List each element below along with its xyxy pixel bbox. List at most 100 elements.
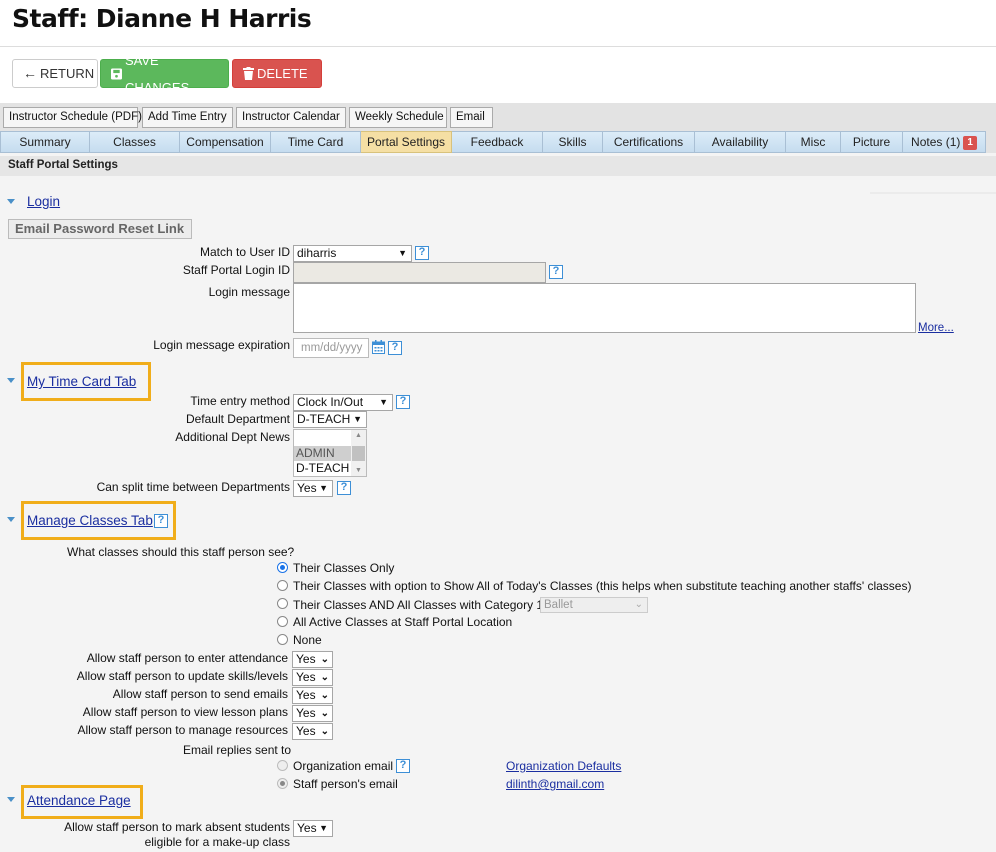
permission-select[interactable]: Yes ⌄: [292, 705, 333, 722]
arrow-left-icon: ←: [23, 65, 37, 81]
login-section-link[interactable]: Login: [27, 194, 60, 209]
tab-feedback[interactable]: Feedback: [452, 131, 543, 153]
section-title: Staff Portal Settings: [8, 159, 118, 171]
classes-option-label[interactable]: All Active Classes at Staff Portal Locat…: [293, 615, 512, 629]
add-time-entry-button[interactable]: Add Time Entry: [142, 107, 233, 128]
chevron-down-icon: ⌄: [320, 690, 329, 701]
chevron-down-icon: ⌄: [634, 599, 643, 610]
collapse-triangle-icon[interactable]: [7, 199, 15, 204]
scrollbar-thumb[interactable]: [352, 446, 365, 461]
manage-classes-section-link[interactable]: Manage Classes Tab: [27, 513, 153, 528]
staff-toolbar: Instructor Schedule (PDF) Add Time Entry…: [0, 103, 996, 131]
calendar-icon[interactable]: [372, 340, 385, 354]
split-time-select[interactable]: Yes ▼: [293, 480, 333, 497]
permission-label: Allow staff person to manage resources: [77, 723, 288, 737]
collapse-triangle-icon[interactable]: [7, 797, 15, 802]
scroll-up-icon[interactable]: ▲: [351, 432, 366, 439]
classes-option-label[interactable]: Their Classes AND All Classes with Categ…: [293, 598, 546, 612]
additional-dept-listbox[interactable]: ADMIN D-TEACH ▲ ▼: [293, 429, 367, 477]
chevron-down-icon: ⌄: [320, 708, 329, 719]
permission-select[interactable]: Yes ⌄: [292, 669, 333, 686]
permission-label: Allow staff person to view lesson plans: [82, 705, 288, 719]
tab-notes[interactable]: Notes (1) 1: [903, 131, 986, 153]
email-reply-option-label[interactable]: Staff person's email: [293, 777, 398, 791]
help-icon[interactable]: ?: [415, 246, 429, 260]
tab-availability[interactable]: Availability: [695, 131, 786, 153]
email-button[interactable]: Email: [450, 107, 493, 128]
instructor-calendar-button[interactable]: Instructor Calendar: [236, 107, 346, 128]
chevron-down-icon: ⌄: [320, 726, 329, 737]
listbox-option[interactable]: [294, 431, 351, 446]
classes-option-label[interactable]: None: [293, 633, 322, 647]
scroll-down-icon[interactable]: ▼: [351, 467, 366, 474]
instructor-schedule-pdf-button[interactable]: Instructor Schedule (PDF): [3, 107, 142, 128]
email-reply-radio[interactable]: [277, 778, 288, 789]
trash-icon: [243, 67, 254, 80]
collapse-triangle-icon[interactable]: [7, 378, 15, 383]
login-message-label: Login message: [208, 285, 290, 299]
login-message-textarea[interactable]: [293, 283, 916, 333]
organization-defaults-link[interactable]: Organization Defaults: [506, 759, 621, 773]
expiration-date-input[interactable]: mm/dd/yyyy: [293, 338, 369, 358]
email-reply-option-label[interactable]: Organization email: [293, 759, 393, 773]
split-time-label: Can split time between Departments: [96, 480, 290, 494]
permission-select[interactable]: Yes ⌄: [292, 651, 333, 668]
tab-summary[interactable]: Summary: [0, 131, 90, 153]
action-bar: ← RETURN SAVE CHANGES DELETE: [0, 47, 996, 103]
permission-select[interactable]: Yes ⌄: [292, 687, 333, 704]
classes-option-radio[interactable]: [277, 616, 288, 627]
notes-count-badge: 1: [963, 136, 977, 150]
my-time-card-section-link[interactable]: My Time Card Tab: [27, 374, 136, 389]
attendance-section-link[interactable]: Attendance Page: [27, 793, 131, 808]
divider: [870, 192, 996, 194]
classes-option-label[interactable]: Their Classes with option to Show All of…: [293, 579, 911, 593]
help-icon[interactable]: ?: [396, 759, 410, 773]
delete-button[interactable]: DELETE: [232, 59, 322, 88]
chevron-down-icon: ⌄: [320, 654, 329, 665]
help-icon[interactable]: ?: [388, 341, 402, 355]
classes-option-radio[interactable]: [277, 634, 288, 645]
tab-picture[interactable]: Picture: [841, 131, 903, 153]
help-icon[interactable]: ?: [549, 265, 563, 279]
return-button[interactable]: ← RETURN: [12, 59, 98, 88]
permission-label: Allow staff person to send emails: [112, 687, 288, 701]
save-changes-button[interactable]: SAVE CHANGES: [100, 53, 229, 95]
help-icon[interactable]: ?: [154, 514, 168, 528]
classes-option-radio[interactable]: [277, 598, 288, 609]
help-icon[interactable]: ?: [337, 481, 351, 495]
help-icon[interactable]: ?: [396, 395, 410, 409]
dropdown-arrow-icon: ▼: [353, 414, 362, 424]
tab-skills[interactable]: Skills: [543, 131, 603, 153]
classes-option-radio[interactable]: [277, 562, 288, 573]
permission-select[interactable]: Yes ⌄: [292, 723, 333, 740]
portal-login-input[interactable]: [293, 262, 546, 283]
email-reply-radio[interactable]: [277, 760, 288, 771]
tab-portal-settings[interactable]: Portal Settings: [361, 131, 452, 153]
more-link[interactable]: More...: [918, 322, 954, 334]
classes-option-label[interactable]: Their Classes Only: [293, 561, 394, 575]
page-title: Staff: Dianne H Harris: [12, 4, 312, 33]
collapse-triangle-icon[interactable]: [7, 517, 15, 522]
listbox-scrollbar[interactable]: ▲ ▼: [351, 430, 366, 476]
portal-login-label: Staff Portal Login ID: [182, 263, 290, 277]
dropdown-arrow-icon: ▼: [319, 483, 328, 493]
time-entry-method-select[interactable]: Clock In/Out ▼: [293, 394, 393, 411]
default-department-select[interactable]: D-TEACH ▼: [293, 411, 367, 428]
listbox-option[interactable]: ADMIN: [294, 446, 351, 461]
weekly-schedule-button[interactable]: Weekly Schedule: [349, 107, 447, 128]
classes-option-radio[interactable]: [277, 580, 288, 591]
category-select[interactable]: Ballet ⌄: [540, 597, 648, 613]
tab-certifications[interactable]: Certifications: [603, 131, 695, 153]
tab-classes[interactable]: Classes: [90, 131, 180, 153]
makeup-select[interactable]: Yes ▼: [293, 820, 333, 837]
tab-time-card[interactable]: Time Card: [271, 131, 361, 153]
tab-misc[interactable]: Misc: [786, 131, 841, 153]
tab-compensation[interactable]: Compensation: [180, 131, 271, 153]
listbox-option[interactable]: D-TEACH: [294, 461, 351, 476]
permission-label: Allow staff person to enter attendance: [86, 651, 288, 665]
additional-dept-label: Additional Dept News: [175, 430, 290, 444]
match-user-select[interactable]: diharris ▼: [293, 245, 412, 262]
permission-label: Allow staff person to update skills/leve…: [76, 669, 288, 683]
staff-email-link[interactable]: dilinth@gmail.com: [506, 777, 604, 791]
email-password-reset-button[interactable]: Email Password Reset Link: [8, 219, 192, 239]
